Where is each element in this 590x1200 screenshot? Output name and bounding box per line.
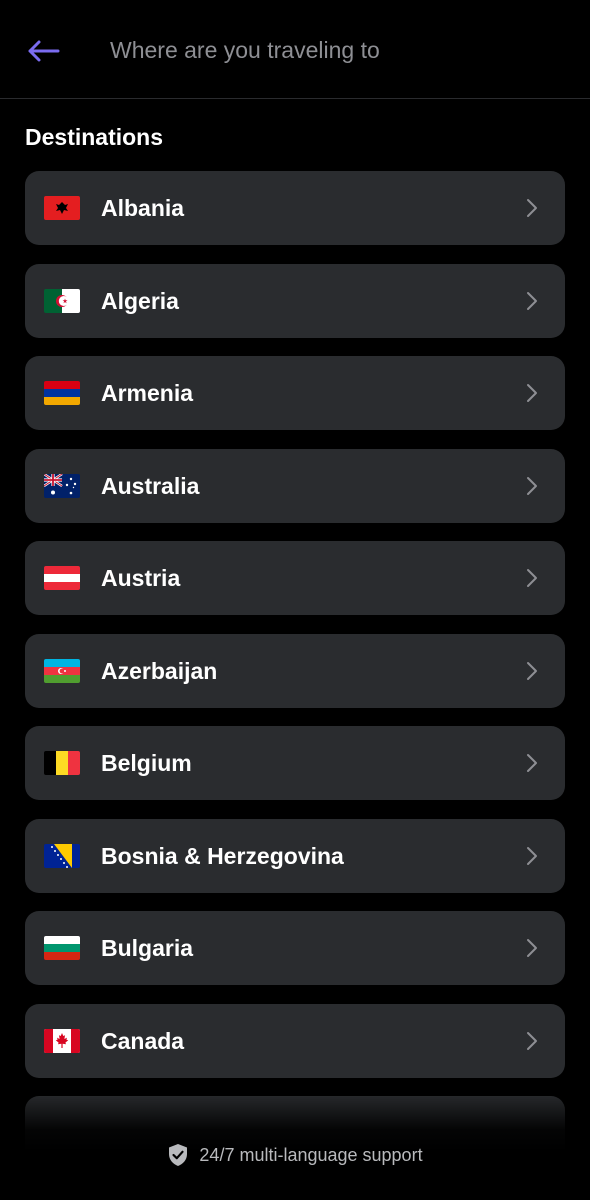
destination-item-albania[interactable]: Albania [25,171,565,245]
destination-item-bulgaria[interactable]: Bulgaria [25,911,565,985]
support-footer: 24/7 multi-language support [0,1140,590,1170]
algeria-flag-icon [44,288,80,313]
austria-flag-icon [44,566,80,590]
destination-label: Bosnia & Herzegovina [101,842,344,869]
chevron-right-icon [527,384,537,402]
destination-label: Austria [101,565,181,591]
destination-item-canada[interactable]: Canada [25,1003,565,1078]
bulgaria-flag-icon [44,936,80,960]
bosnia-flag-icon [44,843,80,868]
arrow-left-icon [28,40,60,62]
search-input[interactable] [110,30,550,70]
chevron-right-icon [527,1031,537,1050]
australia-flag-icon [44,473,80,498]
destination-item-austria[interactable]: Austria [25,541,565,615]
armenia-flag-icon [44,381,80,405]
destination-label: Bulgaria [101,935,194,961]
section-title: Destinations [25,124,164,150]
destination-item-algeria[interactable]: Algeria [25,263,565,338]
destination-label: Azerbaijan [101,657,218,684]
chevron-right-icon [527,199,537,217]
destination-item-belgium[interactable]: Belgium [25,726,565,800]
chevron-right-icon [527,661,537,680]
destination-label: Australia [101,472,200,499]
chevron-right-icon [527,939,537,957]
canada-flag-icon [44,1028,80,1053]
albania-flag-icon [44,196,80,220]
azerbaijan-flag-icon [44,658,80,683]
destination-label: Albania [101,195,185,221]
destination-item-australia[interactable]: Australia [25,448,565,523]
belgium-flag-icon [44,751,80,775]
chevron-right-icon [527,291,537,310]
chevron-right-icon [527,846,537,865]
destination-label: Algeria [101,287,179,314]
chevron-right-icon [527,476,537,495]
back-button[interactable] [22,31,64,71]
top-bar [0,0,590,99]
destination-item-azerbaijan[interactable]: Azerbaijan [25,633,565,708]
chevron-right-icon [527,569,537,587]
destination-item-bosnia-herzegovina[interactable]: Bosnia & Herzegovina [25,818,565,893]
shield-check-icon [169,1144,188,1166]
chevron-right-icon [527,754,537,772]
destination-label: Armenia [101,380,194,406]
support-text: 24/7 multi-language support [199,1144,423,1165]
destination-label: Canada [101,1027,185,1054]
destination-label: Belgium [101,750,192,776]
destination-item-armenia[interactable]: Armenia [25,356,565,430]
destination-list: Albania Algeria Armenia Australia Austri… [25,171,565,1189]
